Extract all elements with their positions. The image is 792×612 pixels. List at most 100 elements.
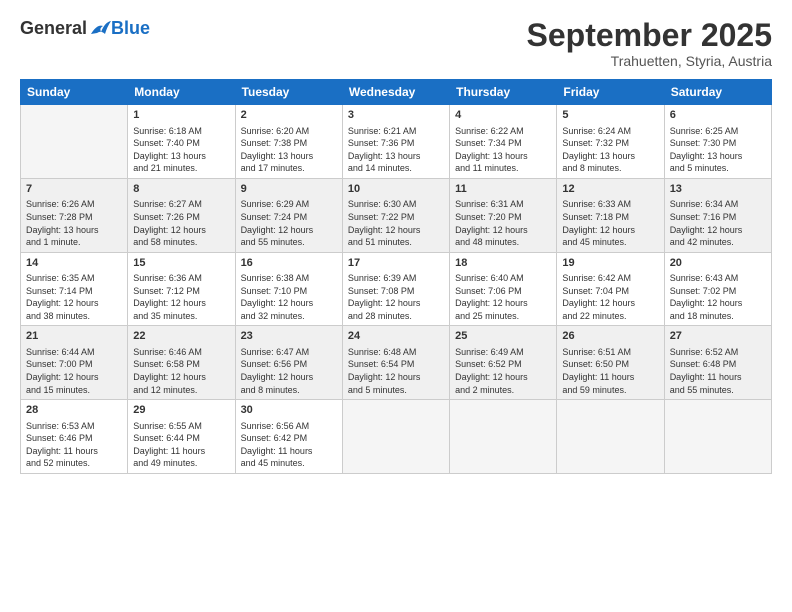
day-info: Sunrise: 6:42 AM Sunset: 7:04 PM Dayligh… (562, 272, 658, 322)
calendar-cell (450, 400, 557, 474)
day-number: 9 (241, 182, 337, 197)
calendar-cell: 6 Sunrise: 6:25 AM Sunset: 7:30 PM Daylig… (664, 105, 771, 179)
day-info: Sunrise: 6:20 AM Sunset: 7:38 PM Dayligh… (241, 125, 337, 175)
logo: General Blue (20, 18, 150, 39)
day-number: 25 (455, 329, 551, 344)
day-info: Sunrise: 6:55 AM Sunset: 6:44 PM Dayligh… (133, 420, 229, 470)
col-friday: Friday (557, 80, 664, 105)
calendar-cell: 12Sunrise: 6:33 AM Sunset: 7:18 PM Dayli… (557, 178, 664, 252)
calendar-cell: 9Sunrise: 6:29 AM Sunset: 7:24 PM Daylig… (235, 178, 342, 252)
day-number: 13 (670, 182, 766, 197)
day-number: 20 (670, 256, 766, 271)
day-number: 29 (133, 403, 229, 418)
calendar-cell: 23Sunrise: 6:47 AM Sunset: 6:56 PM Dayli… (235, 326, 342, 400)
day-info: Sunrise: 6:40 AM Sunset: 7:06 PM Dayligh… (455, 272, 551, 322)
day-number: 21 (26, 329, 122, 344)
calendar-cell (342, 400, 449, 474)
day-info: Sunrise: 6:35 AM Sunset: 7:14 PM Dayligh… (26, 272, 122, 322)
day-info: Sunrise: 6:33 AM Sunset: 7:18 PM Dayligh… (562, 198, 658, 248)
week-row-3: 14Sunrise: 6:35 AM Sunset: 7:14 PM Dayli… (21, 252, 772, 326)
calendar-cell: 25 Sunrise: 6:49 AM Sunset: 6:52 PM Dayli… (450, 326, 557, 400)
week-row-4: 21 Sunrise: 6:44 AM Sunset: 7:00 PM Dayli… (21, 326, 772, 400)
header: General Blue September 2025 Trahuetten, … (20, 18, 772, 69)
col-tuesday: Tuesday (235, 80, 342, 105)
calendar-cell: 13Sunrise: 6:34 AM Sunset: 7:16 PM Dayli… (664, 178, 771, 252)
day-info: Sunrise: 6:46 AM Sunset: 6:58 PM Dayligh… (133, 346, 229, 396)
day-info: Sunrise: 6:29 AM Sunset: 7:24 PM Dayligh… (241, 198, 337, 248)
day-info: Sunrise: 6:26 AM Sunset: 7:28 PM Dayligh… (26, 198, 122, 248)
calendar-cell: 28Sunrise: 6:53 AM Sunset: 6:46 PM Dayli… (21, 400, 128, 474)
day-number: 15 (133, 256, 229, 271)
location: Trahuetten, Styria, Austria (527, 53, 772, 69)
col-monday: Monday (128, 80, 235, 105)
calendar-cell: 15Sunrise: 6:36 AM Sunset: 7:12 PM Dayli… (128, 252, 235, 326)
day-number: 7 (26, 182, 122, 197)
calendar-cell: 4 Sunrise: 6:22 AM Sunset: 7:34 PM Daylig… (450, 105, 557, 179)
day-info: Sunrise: 6:43 AM Sunset: 7:02 PM Dayligh… (670, 272, 766, 322)
day-number: 11 (455, 182, 551, 197)
day-number: 14 (26, 256, 122, 271)
calendar-cell: 7Sunrise: 6:26 AM Sunset: 7:28 PM Daylig… (21, 178, 128, 252)
calendar-cell: 26Sunrise: 6:51 AM Sunset: 6:50 PM Dayli… (557, 326, 664, 400)
calendar-cell (557, 400, 664, 474)
week-row-2: 7Sunrise: 6:26 AM Sunset: 7:28 PM Daylig… (21, 178, 772, 252)
day-info: Sunrise: 6:44 AM Sunset: 7:00 PM Dayligh… (26, 346, 122, 396)
col-thursday: Thursday (450, 80, 557, 105)
calendar-cell: 14Sunrise: 6:35 AM Sunset: 7:14 PM Dayli… (21, 252, 128, 326)
day-number: 27 (670, 329, 766, 344)
calendar-cell: 5Sunrise: 6:24 AM Sunset: 7:32 PM Daylig… (557, 105, 664, 179)
col-sunday: Sunday (21, 80, 128, 105)
calendar-cell: 22Sunrise: 6:46 AM Sunset: 6:58 PM Dayli… (128, 326, 235, 400)
calendar-table: Sunday Monday Tuesday Wednesday Thursday… (20, 79, 772, 474)
logo-blue: Blue (111, 18, 150, 39)
day-number: 23 (241, 329, 337, 344)
day-number: 17 (348, 256, 444, 271)
calendar-cell: 10Sunrise: 6:30 AM Sunset: 7:22 PM Dayli… (342, 178, 449, 252)
day-number: 30 (241, 403, 337, 418)
col-wednesday: Wednesday (342, 80, 449, 105)
calendar-cell (664, 400, 771, 474)
calendar-cell: 20Sunrise: 6:43 AM Sunset: 7:02 PM Dayli… (664, 252, 771, 326)
day-info: Sunrise: 6:48 AM Sunset: 6:54 PM Dayligh… (348, 346, 444, 396)
day-number: 12 (562, 182, 658, 197)
day-info: Sunrise: 6:21 AM Sunset: 7:36 PM Dayligh… (348, 125, 444, 175)
calendar-cell: 16Sunrise: 6:38 AM Sunset: 7:10 PM Dayli… (235, 252, 342, 326)
page: General Blue September 2025 Trahuetten, … (0, 0, 792, 612)
week-row-5: 28Sunrise: 6:53 AM Sunset: 6:46 PM Dayli… (21, 400, 772, 474)
calendar-header-row: Sunday Monday Tuesday Wednesday Thursday… (21, 80, 772, 105)
day-number: 18 (455, 256, 551, 271)
calendar-cell: 11Sunrise: 6:31 AM Sunset: 7:20 PM Dayli… (450, 178, 557, 252)
day-number: 5 (562, 108, 658, 123)
day-number: 10 (348, 182, 444, 197)
day-number: 3 (348, 108, 444, 123)
day-number: 6 (670, 108, 766, 123)
day-info: Sunrise: 6:38 AM Sunset: 7:10 PM Dayligh… (241, 272, 337, 322)
day-number: 19 (562, 256, 658, 271)
col-saturday: Saturday (664, 80, 771, 105)
day-info: Sunrise: 6:39 AM Sunset: 7:08 PM Dayligh… (348, 272, 444, 322)
calendar-cell: 27Sunrise: 6:52 AM Sunset: 6:48 PM Dayli… (664, 326, 771, 400)
day-info: Sunrise: 6:25 AM Sunset: 7:30 PM Dayligh… (670, 125, 766, 175)
day-info: Sunrise: 6:18 AM Sunset: 7:40 PM Dayligh… (133, 125, 229, 175)
day-info: Sunrise: 6:31 AM Sunset: 7:20 PM Dayligh… (455, 198, 551, 248)
day-number: 4 (455, 108, 551, 123)
day-number: 16 (241, 256, 337, 271)
day-number: 28 (26, 403, 122, 418)
day-number: 26 (562, 329, 658, 344)
day-info: Sunrise: 6:36 AM Sunset: 7:12 PM Dayligh… (133, 272, 229, 322)
day-number: 24 (348, 329, 444, 344)
day-info: Sunrise: 6:22 AM Sunset: 7:34 PM Dayligh… (455, 125, 551, 175)
month-title: September 2025 (527, 18, 772, 53)
calendar-cell: 18Sunrise: 6:40 AM Sunset: 7:06 PM Dayli… (450, 252, 557, 326)
calendar-cell: 8Sunrise: 6:27 AM Sunset: 7:26 PM Daylig… (128, 178, 235, 252)
day-info: Sunrise: 6:56 AM Sunset: 6:42 PM Dayligh… (241, 420, 337, 470)
logo-bird-icon (89, 20, 111, 38)
calendar-cell: 1Sunrise: 6:18 AM Sunset: 7:40 PM Daylig… (128, 105, 235, 179)
calendar-cell: 19Sunrise: 6:42 AM Sunset: 7:04 PM Dayli… (557, 252, 664, 326)
calendar-cell: 17Sunrise: 6:39 AM Sunset: 7:08 PM Dayli… (342, 252, 449, 326)
day-info: Sunrise: 6:27 AM Sunset: 7:26 PM Dayligh… (133, 198, 229, 248)
day-info: Sunrise: 6:49 AM Sunset: 6:52 PM Dayligh… (455, 346, 551, 396)
calendar-cell: 29 Sunrise: 6:55 AM Sunset: 6:44 PM Dayli… (128, 400, 235, 474)
calendar-cell: 21 Sunrise: 6:44 AM Sunset: 7:00 PM Dayli… (21, 326, 128, 400)
day-number: 8 (133, 182, 229, 197)
